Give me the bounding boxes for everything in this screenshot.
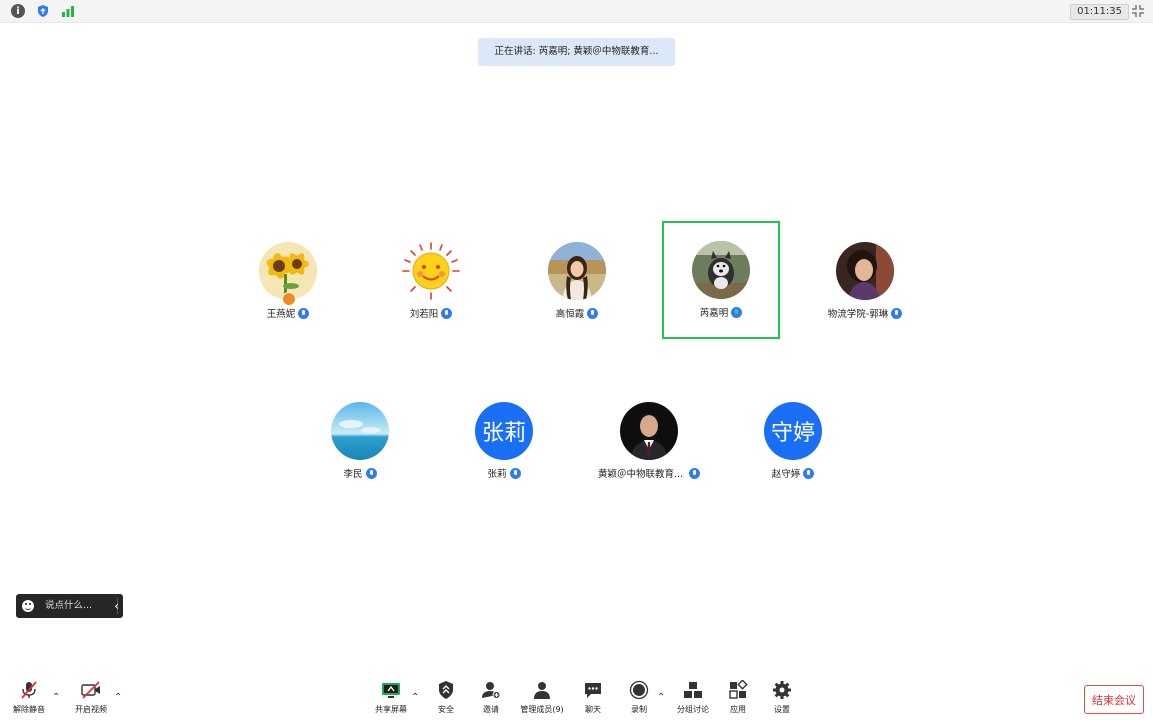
record-button[interactable]: 录制 [624,678,654,718]
security-shield-icon [436,680,456,700]
share-screen-label: 共享屏幕 [375,705,407,714]
participant-name-row: 黄颖＠中物联教育... [589,466,709,480]
quick-chat-pill[interactable]: 说点什么... ‹ [16,594,123,618]
mic-icon [509,467,521,479]
chat-input-placeholder[interactable]: 说点什么... [45,594,92,618]
avatar [692,241,750,299]
apps-grid-icon [728,679,748,700]
apps-label: 应用 [730,705,746,714]
start-video-label: 开启视频 [75,705,107,714]
participant-name-row: 张莉 [445,466,563,480]
participant-name-row: 高恒霞 [518,306,636,320]
active-speaker-banner: 正在讲话: 芮嘉明; 黄颖＠中物联教育... [478,38,675,66]
start-video-button[interactable]: 开启视频 [72,678,110,718]
avatar-initials: 守婷 [764,402,822,460]
mic-icon [803,467,815,479]
settings-button[interactable]: 设置 [768,678,796,718]
top-status-bar: i 01:11:35 [0,0,1153,23]
video-off-icon [81,680,101,700]
participant-tile[interactable]: 黄颖＠中物联教育... [589,382,709,500]
participant-name-row: 芮嘉明 [664,305,778,319]
participant-name-row: 物流学院-郭琳 [806,306,924,320]
participant-tile-active-speaker[interactable]: 芮嘉明 [662,221,780,339]
avatar [620,402,678,460]
mic-icon [891,307,903,319]
breakout-rooms-button[interactable]: 分组讨论 [674,678,712,718]
invite-label: 邀请 [483,705,499,714]
avatar [836,242,894,300]
exit-fullscreen-icon[interactable] [1130,3,1146,19]
mic-icon [441,307,453,319]
mic-muted-icon [19,680,39,700]
security-button[interactable]: 安全 [431,678,461,718]
video-options-caret-icon[interactable]: ⌃ [114,692,122,703]
add-user-icon [481,680,501,700]
participant-name: 王燕妮 [266,309,296,320]
record-label: 录制 [631,705,647,714]
participant-tile[interactable]: 守婷 赵守婷 [734,382,852,500]
chat-label: 聊天 [585,705,601,714]
unmute-label: 解除静音 [13,705,45,714]
chat-button[interactable]: 聊天 [578,678,608,718]
mic-speaking-icon [731,306,743,318]
participant-name-row: 刘若阳 [372,306,490,320]
participant-tile[interactable]: 高恒霞 [518,222,636,340]
participant-name-row: 李民 [301,466,419,480]
manage-members-button[interactable]: 管理成员(9) [518,678,566,718]
participant-tile[interactable]: 张莉 张莉 [445,382,563,500]
settings-label: 设置 [774,705,790,714]
avatar [548,242,606,300]
share-screen-button[interactable]: 共享屏幕 [373,678,409,718]
participant-name: 黄颖＠中物联教育... [597,469,684,480]
avatar [402,242,460,300]
participant-name: 芮嘉明 [699,308,729,319]
mic-icon [298,307,310,319]
security-label: 安全 [438,705,454,714]
mic-icon [689,467,701,479]
gear-icon [772,680,792,700]
avatar [331,402,389,460]
end-meeting-button[interactable]: 结束会议 [1084,685,1144,714]
record-icon [629,680,649,700]
participant-name: 物流学院-郭琳 [827,309,889,320]
share-options-caret-icon[interactable]: ⌃ [411,692,419,703]
apps-button[interactable]: 应用 [724,678,752,718]
breakout-label: 分组讨论 [677,705,709,714]
participant-name: 张莉 [487,469,507,480]
participant-name: 高恒霞 [555,309,585,320]
host-badge-icon [282,292,296,306]
participant-name-row: 赵守婷 [734,466,852,480]
participant-name: 李民 [343,469,363,480]
participant-name: 赵守婷 [771,469,801,480]
emoji-icon[interactable] [22,600,34,612]
chat-bubble-icon [583,680,603,700]
mic-icon [587,307,599,319]
audio-options-caret-icon[interactable]: ⌃ [52,692,60,703]
invite-button[interactable]: 邀请 [476,678,506,718]
shield-icon[interactable] [36,4,50,18]
members-icon [532,680,552,700]
breakout-icon [683,680,703,700]
participant-tile[interactable]: 刘若阳 [372,222,490,340]
participant-name: 刘若阳 [409,309,439,320]
info-icon[interactable]: i [11,4,25,18]
record-options-caret-icon[interactable]: ⌃ [657,692,665,703]
meeting-timer: 01:11:35 [1070,4,1129,20]
participant-tile[interactable]: 王燕妮 [229,222,347,340]
share-screen-icon [381,680,401,700]
mic-icon [365,467,377,479]
unmute-button[interactable]: 解除静音 [10,678,48,718]
avatar-initials: 张莉 [475,402,533,460]
participant-name-row: 王燕妮 [229,306,347,320]
participant-tile[interactable]: 李民 [301,382,419,500]
manage-members-label: 管理成员(9) [520,705,564,714]
meeting-toolbar: 解除静音 ⌃ 开启视频 ⌃ 共享屏幕 ⌃ 安全 邀请 管理成员(9) 聊天 录制… [0,676,1153,720]
chevron-left-icon[interactable]: ‹ [114,594,119,618]
signal-strength-icon[interactable] [61,4,75,18]
participant-tile[interactable]: 物流学院-郭琳 [806,222,924,340]
